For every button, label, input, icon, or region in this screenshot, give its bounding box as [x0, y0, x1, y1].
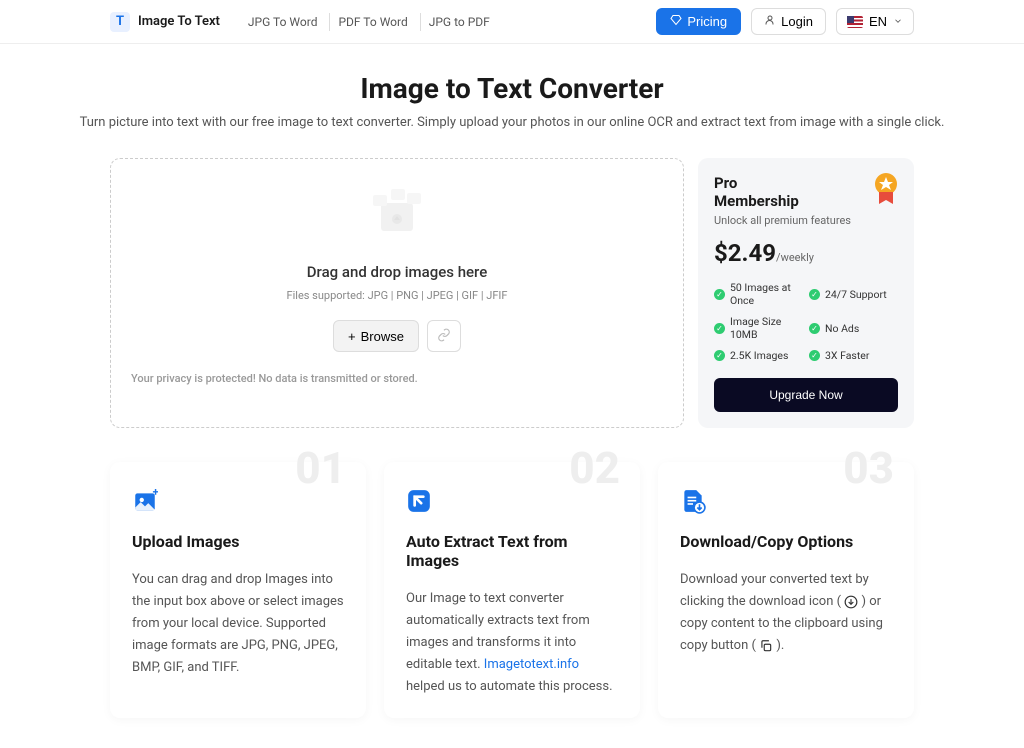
steps-row: 01 + Upload Images You can drag and drop…	[0, 442, 1024, 748]
check-icon: ✓	[809, 289, 820, 300]
feature-item: ✓24/7 Support	[809, 281, 898, 307]
step-title: Upload Images	[132, 532, 344, 551]
browse-label: Browse	[361, 329, 404, 344]
feature-list: ✓50 Images at Once ✓24/7 Support ✓Image …	[714, 281, 898, 362]
nav-jpg-to-word[interactable]: JPG To Word	[240, 13, 326, 31]
logo[interactable]: T Image To Text	[110, 12, 220, 32]
step-number: 03	[843, 442, 894, 494]
check-icon: ✓	[809, 350, 820, 361]
membership-subtitle: Unlock all premium features	[714, 214, 898, 227]
header-left: T Image To Text JPG To Word PDF To Word …	[110, 12, 498, 32]
privacy-text: Your privacy is protected! No data is tr…	[131, 372, 663, 385]
flag-icon	[847, 16, 863, 28]
feature-item: ✓2.5K Images	[714, 349, 803, 362]
page-subtitle: Turn picture into text with our free ima…	[0, 115, 1024, 130]
feature-item: ✓50 Images at Once	[714, 281, 803, 307]
plus-icon: +	[348, 329, 356, 344]
login-label: Login	[781, 14, 813, 29]
nav-pdf-to-word[interactable]: PDF To Word	[329, 13, 415, 31]
browse-button[interactable]: + Browse	[333, 320, 419, 352]
pricing-label: Pricing	[687, 14, 727, 29]
upload-dropzone[interactable]: Drag and drop images here Files supporte…	[110, 158, 684, 428]
check-icon: ✓	[809, 323, 820, 334]
svg-text:+: +	[153, 488, 158, 499]
check-icon: ✓	[714, 289, 725, 300]
document-download-icon	[680, 488, 706, 514]
step-description: Our Image to text converter automaticall…	[406, 588, 618, 698]
copy-inline-icon	[759, 639, 773, 653]
upload-image-icon: +	[132, 488, 158, 514]
membership-card: Pro Membership Unlock all premium featur…	[698, 158, 914, 428]
pricing-button[interactable]: Pricing	[656, 8, 741, 35]
step-title: Auto Extract Text from Images	[406, 532, 618, 570]
check-icon: ✓	[714, 323, 725, 334]
upgrade-button[interactable]: Upgrade Now	[714, 378, 898, 412]
star-badge-icon	[872, 172, 900, 206]
feature-item: ✓Image Size 10MB	[714, 315, 803, 341]
step-number: 01	[295, 442, 346, 494]
step-upload: 01 + Upload Images You can drag and drop…	[110, 462, 366, 718]
step-download: 03 Download/Copy Options Download your c…	[658, 462, 914, 718]
cursor-extract-icon	[406, 488, 432, 514]
header-right: Pricing Login EN	[656, 8, 914, 35]
logo-icon: T	[110, 12, 130, 32]
hero: Image to Text Converter Turn picture int…	[0, 44, 1024, 146]
upload-buttons: + Browse	[131, 320, 663, 352]
page-title: Image to Text Converter	[0, 72, 1024, 105]
check-icon: ✓	[714, 350, 725, 361]
upload-illustration-icon	[367, 189, 427, 239]
logo-text: Image To Text	[138, 14, 220, 29]
step-description: You can drag and drop Images into the in…	[132, 569, 344, 679]
step-description: Download your converted text by clicking…	[680, 569, 892, 657]
download-inline-icon	[844, 595, 858, 609]
diamond-icon	[670, 14, 682, 29]
user-icon	[764, 14, 776, 29]
nav-jpg-to-pdf[interactable]: JPG to PDF	[420, 13, 498, 31]
lang-label: EN	[869, 14, 887, 29]
membership-price: $2.49/weekly	[714, 239, 898, 267]
chevron-down-icon	[893, 14, 903, 29]
login-button[interactable]: Login	[751, 8, 826, 35]
step-title: Download/Copy Options	[680, 532, 892, 551]
link-icon	[437, 328, 451, 345]
language-selector[interactable]: EN	[836, 8, 914, 35]
step-extract: 02 Auto Extract Text from Images Our Ima…	[384, 462, 640, 718]
membership-title: Pro Membership	[714, 174, 898, 210]
formats-text: Files supported: JPG | PNG | JPEG | GIF …	[131, 289, 663, 302]
feature-item: ✓No Ads	[809, 315, 898, 341]
main-row: Drag and drop images here Files supporte…	[0, 158, 1024, 428]
header: T Image To Text JPG To Word PDF To Word …	[0, 0, 1024, 44]
feature-item: ✓3X Faster	[809, 349, 898, 362]
step-number: 02	[569, 442, 620, 494]
link-button[interactable]	[427, 320, 461, 352]
nav-links: JPG To Word PDF To Word JPG to PDF	[240, 13, 498, 31]
imagetotext-link[interactable]: Imagetotext.info	[484, 657, 579, 672]
drop-text: Drag and drop images here	[131, 263, 663, 281]
